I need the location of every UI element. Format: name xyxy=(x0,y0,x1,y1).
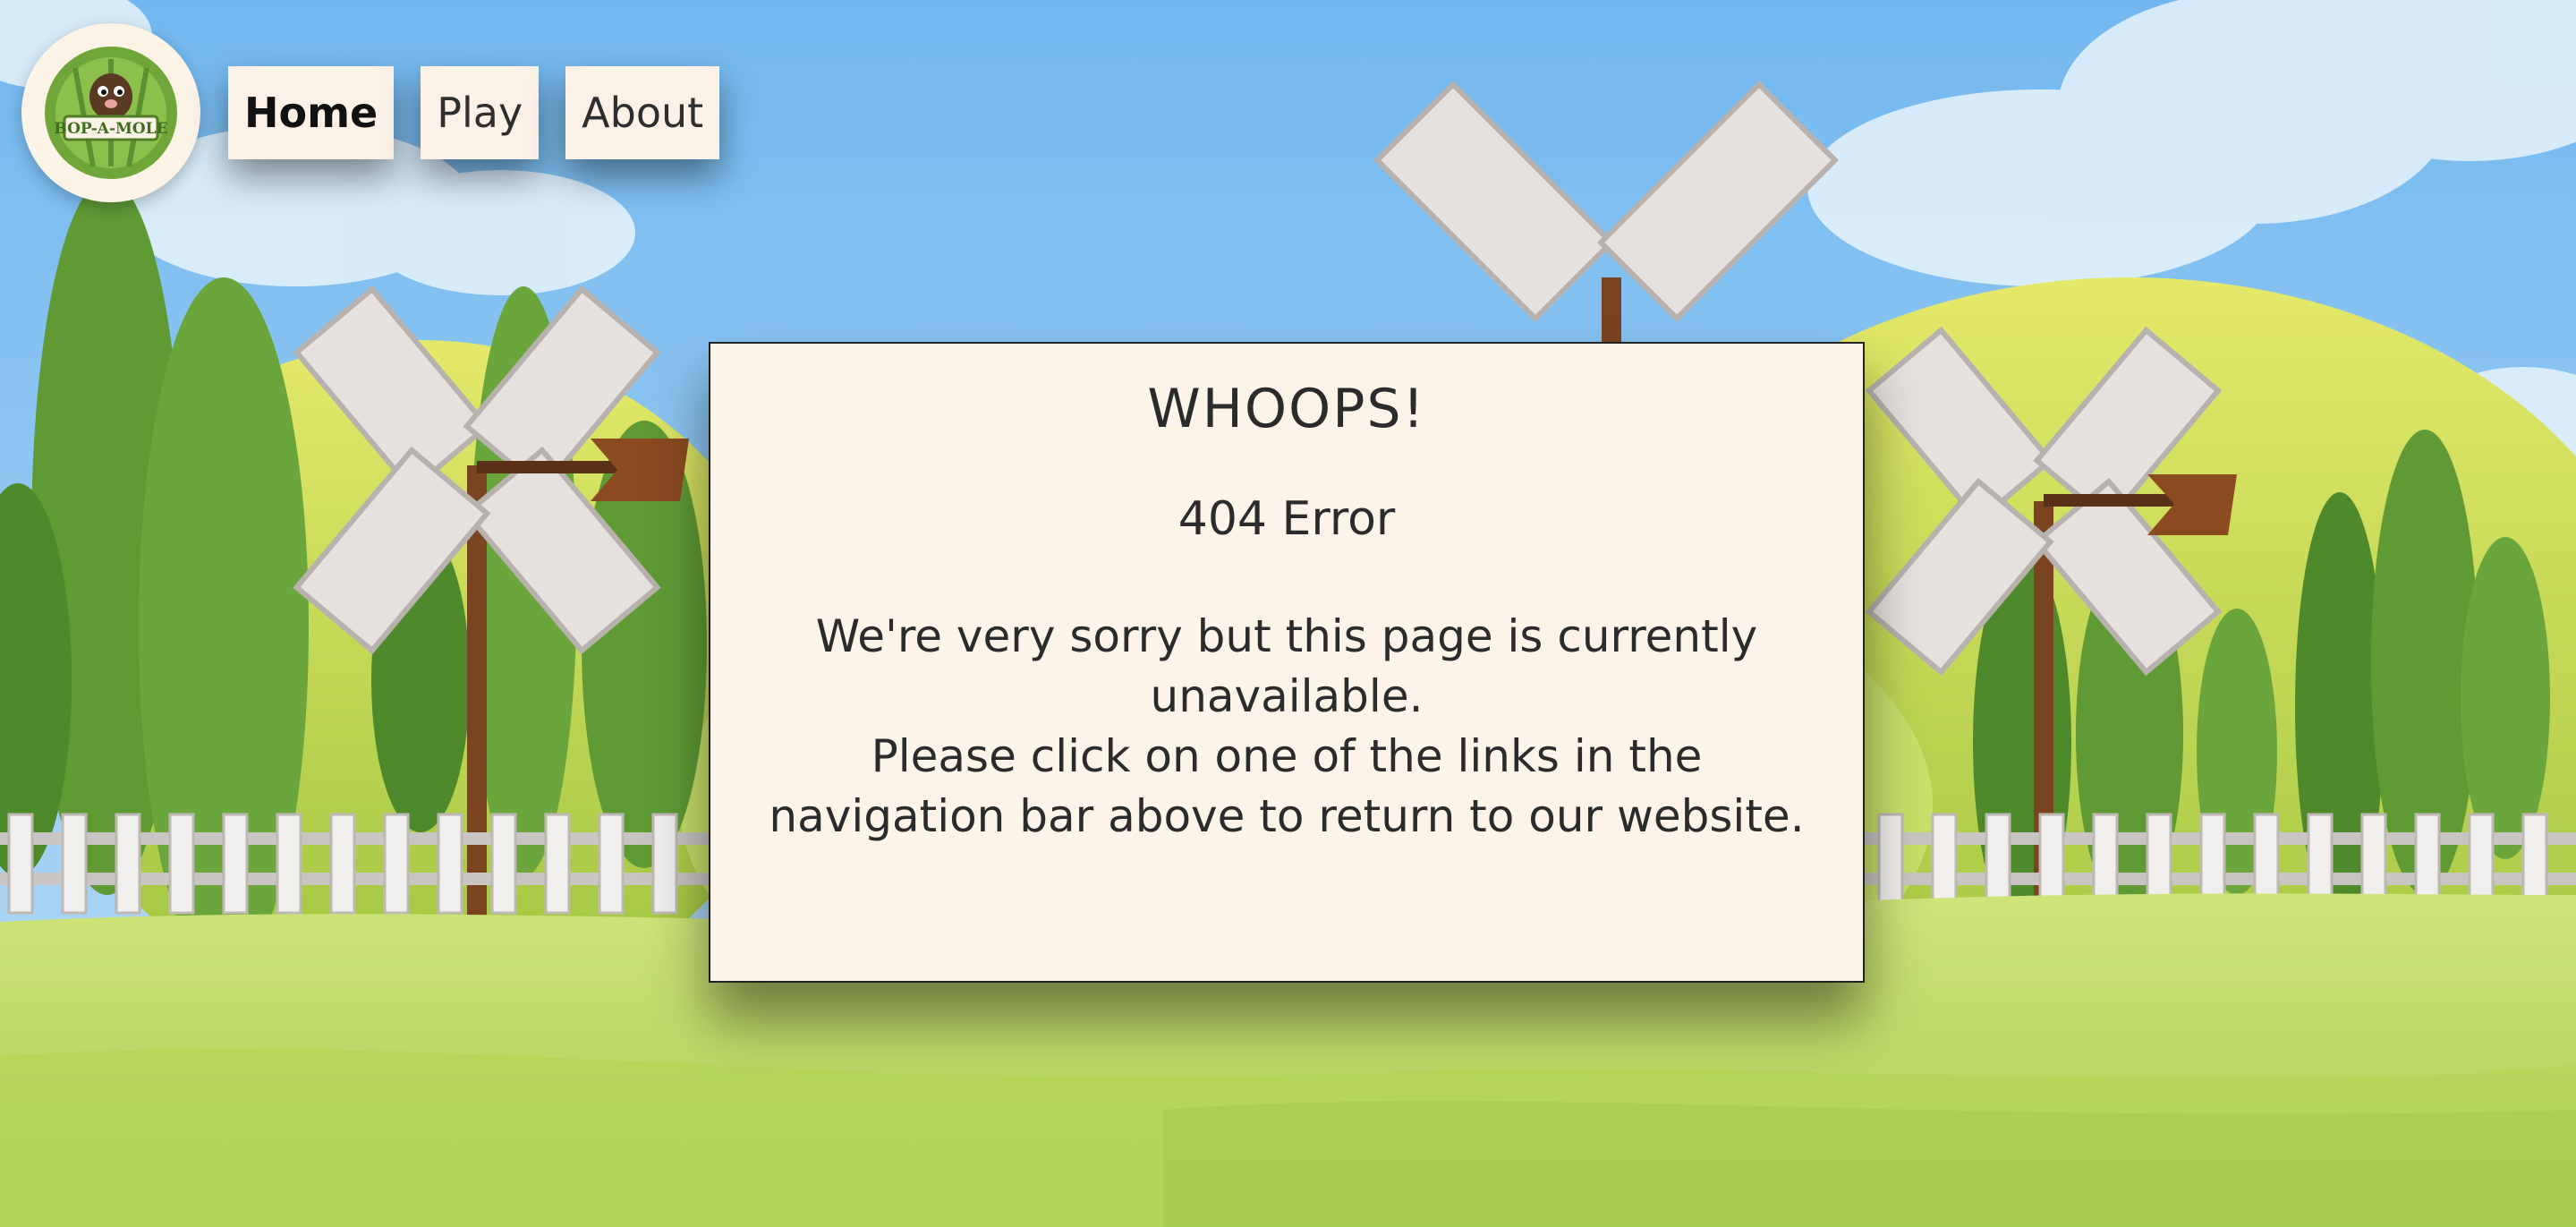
error-message: We're very sorry but this page is curren… xyxy=(746,607,1827,847)
bop-a-mole-logo[interactable]: BOP-A-MOLE xyxy=(21,23,200,202)
error-panel: WHOOPS! 404 Error We're very sorry but t… xyxy=(709,342,1865,983)
nav-home-button[interactable]: Home xyxy=(228,66,395,159)
mole-logo-icon: BOP-A-MOLE xyxy=(45,47,177,179)
error-message-line1: We're very sorry but this page is curren… xyxy=(815,610,1758,722)
nav-play-button[interactable]: Play xyxy=(421,66,540,159)
main-navigation: Home Play About xyxy=(228,66,720,159)
error-message-line2: Please click on one of the links in the … xyxy=(769,730,1805,842)
error-code: 404 Error xyxy=(1177,492,1396,546)
nav-about-button[interactable]: About xyxy=(565,66,720,159)
error-title: WHOOPS! xyxy=(1147,378,1426,440)
svg-text:BOP-A-MOLE: BOP-A-MOLE xyxy=(54,120,167,138)
